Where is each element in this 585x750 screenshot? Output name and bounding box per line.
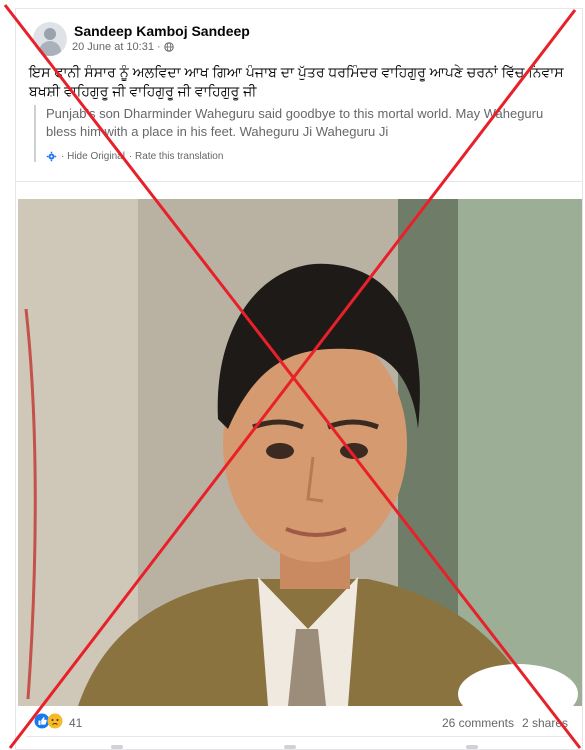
facebook-post-card: Sandeep Kamboj Sandeep 20 June at 10:31 … <box>15 8 583 750</box>
reactions-bar: 41 26 comments 2 shares <box>16 706 582 736</box>
comment-action-icon[interactable] <box>284 745 296 749</box>
rate-translation-link[interactable]: · Rate this translation <box>129 151 224 162</box>
gear-icon <box>46 151 57 162</box>
avatar-body <box>39 41 61 56</box>
translation-links: · Hide Original · Rate this translation <box>46 151 572 162</box>
header-divider <box>16 181 582 182</box>
sad-icon <box>47 713 63 729</box>
like-action-icon[interactable] <box>111 745 123 749</box>
post-timestamp[interactable]: 20 June at 10:31 · <box>72 41 161 53</box>
post-meta: 20 June at 10:31 · <box>72 41 174 53</box>
reaction-count[interactable]: 41 <box>69 716 82 730</box>
avatar-head <box>44 28 56 40</box>
globe-icon <box>163 42 174 52</box>
post-text-original: ਇਸ ਫਾਨੀ ਸੰਸਾਰ ਨੂੰ ਅਲਵਿਦਾ ਆਖ ਗਿਆ ਪੰਜਾਬ ਦਾ… <box>29 64 564 99</box>
shares-count-link[interactable]: 2 shares <box>522 716 568 730</box>
post-photo[interactable] <box>18 199 582 706</box>
reaction-icons[interactable] <box>34 713 63 729</box>
post-header: Sandeep Kamboj Sandeep 20 June at 10:31 … <box>16 9 582 59</box>
author-avatar[interactable] <box>33 22 67 56</box>
hide-original-link[interactable]: · Hide Original <box>61 151 125 162</box>
comments-count-link[interactable]: 26 comments <box>442 716 514 730</box>
translation-text: Punjab's son Dharminder Waheguru said go… <box>46 106 544 139</box>
actions-divider <box>26 736 572 737</box>
portrait-illustration <box>18 199 582 706</box>
engagement-stats: 26 comments 2 shares <box>442 716 568 730</box>
share-action-icon[interactable] <box>466 745 478 749</box>
translation-block: Punjab's son Dharminder Waheguru said go… <box>34 105 572 162</box>
author-name[interactable]: Sandeep Kamboj Sandeep <box>74 23 250 39</box>
